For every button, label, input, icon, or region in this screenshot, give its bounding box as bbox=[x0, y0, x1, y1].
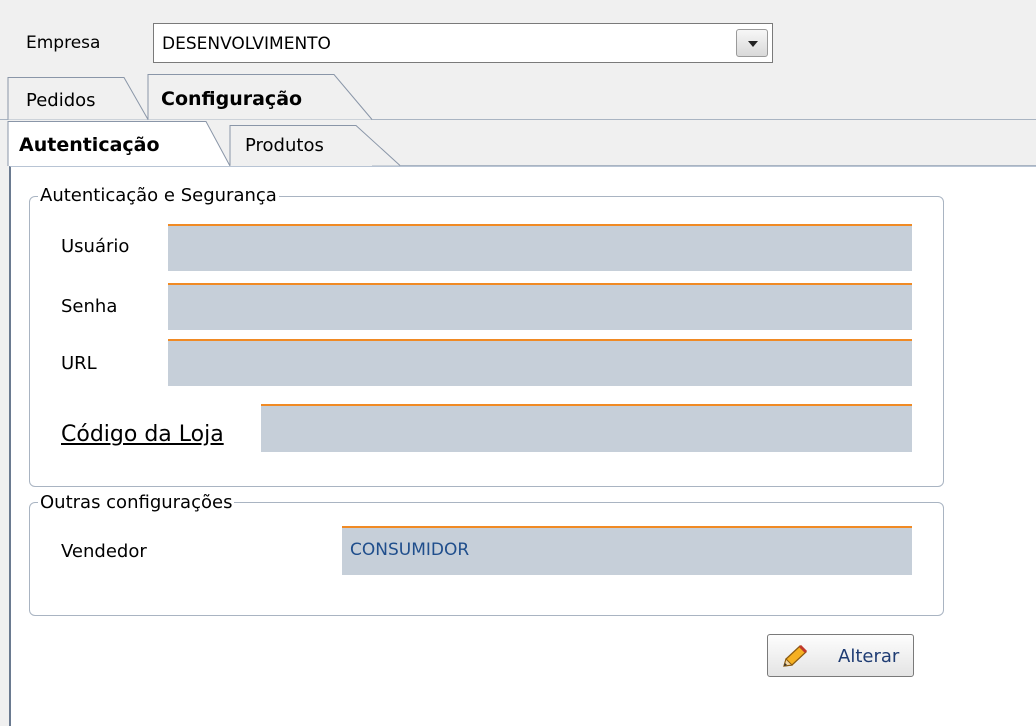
tab-pedidos[interactable]: Pedidos bbox=[26, 90, 96, 111]
url-label: URL bbox=[61, 353, 97, 374]
alterar-button[interactable]: Alterar bbox=[767, 634, 914, 677]
tab-configuracao[interactable]: Configuração bbox=[161, 88, 302, 110]
codigo-loja-label[interactable]: Código da Loja bbox=[61, 422, 224, 447]
chevron-down-icon[interactable] bbox=[736, 29, 768, 57]
usuario-field[interactable] bbox=[168, 224, 912, 271]
senha-field[interactable] bbox=[168, 283, 912, 330]
vendedor-field[interactable]: CONSUMIDOR bbox=[342, 526, 912, 575]
vendedor-label: Vendedor bbox=[61, 541, 147, 562]
codigo-loja-field[interactable] bbox=[261, 404, 912, 452]
empresa-label: Empresa bbox=[26, 33, 101, 53]
empresa-select-value: DESENVOLVIMENTO bbox=[162, 34, 331, 54]
usuario-label: Usuário bbox=[61, 236, 130, 257]
auth-security-group-title: Autenticação e Segurança bbox=[38, 185, 279, 206]
other-settings-group-title: Outras configurações bbox=[38, 492, 235, 513]
pencil-icon bbox=[783, 644, 808, 667]
url-field[interactable] bbox=[168, 339, 912, 386]
tab-autenticacao[interactable]: Autenticação bbox=[19, 134, 160, 156]
empresa-select[interactable]: DESENVOLVIMENTO bbox=[153, 23, 773, 63]
tab-produtos[interactable]: Produtos bbox=[245, 135, 324, 156]
alterar-button-label: Alterar bbox=[838, 646, 900, 667]
senha-label: Senha bbox=[61, 296, 118, 317]
